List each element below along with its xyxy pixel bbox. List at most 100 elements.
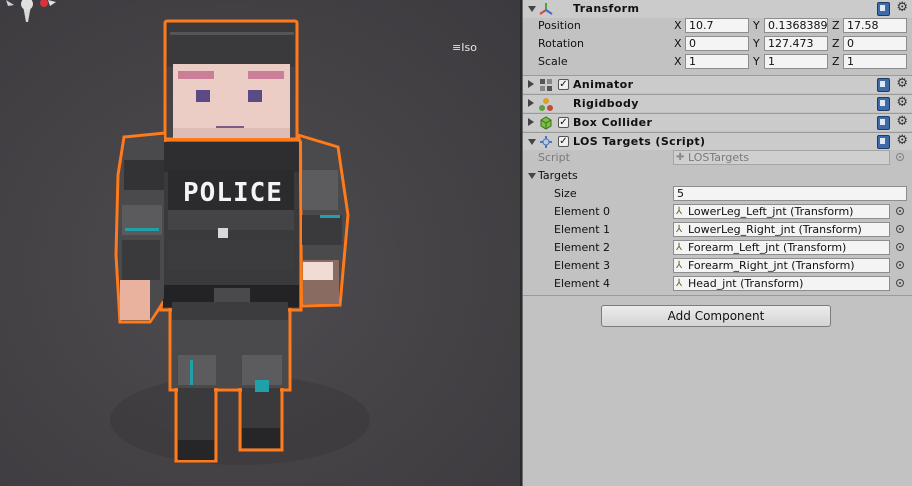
size-label: Size <box>554 187 577 200</box>
animator-enabled-checkbox[interactable]: ✓ <box>558 79 569 90</box>
element-label: Element 1 <box>554 223 611 236</box>
los-targets-enabled-checkbox[interactable]: ✓ <box>558 136 569 147</box>
animator-header[interactable]: ✓ Animator ⚙ <box>523 75 912 93</box>
animator-foldout-arrow[interactable] <box>528 80 534 88</box>
element-row: Element 3 ⅄ Forearm_Right_jnt (Transform) <box>523 257 912 275</box>
view-mode-toggle[interactable]: ≡Iso <box>452 41 477 54</box>
position-y-label[interactable]: Y <box>753 19 760 32</box>
rigidbody-gear-icon[interactable]: ⚙ <box>896 96 908 110</box>
box-collider-gear-icon[interactable]: ⚙ <box>896 115 908 129</box>
los-targets-foldout-arrow[interactable] <box>528 139 536 145</box>
targets-foldout-arrow[interactable] <box>528 173 536 179</box>
element-label: Element 3 <box>554 259 611 272</box>
script-field: ✚ LOSTargets <box>673 150 890 165</box>
los-targets-gear-icon[interactable]: ⚙ <box>896 134 908 148</box>
los-targets-title: LOS Targets (Script) <box>573 135 706 148</box>
element-object-field[interactable]: ⅄ Head_jnt (Transform) <box>673 276 890 291</box>
rigidbody-title: Rigidbody <box>573 97 639 110</box>
script-component-icon <box>540 136 552 148</box>
scale-y-field[interactable]: 1 <box>764 54 828 69</box>
rigidbody-help-icon[interactable] <box>877 97 890 111</box>
element-value: Forearm_Right_jnt (Transform) <box>688 259 855 272</box>
scale-z-field[interactable]: 1 <box>843 54 907 69</box>
los-targets-header[interactable]: ✓ LOS Targets (Script) ⚙ <box>523 132 912 150</box>
animator-icon <box>540 79 552 91</box>
los-targets-help-icon[interactable] <box>877 135 890 149</box>
transform-foldout-arrow[interactable] <box>528 6 536 12</box>
animator-title: Animator <box>573 78 634 91</box>
transform-title: Transform <box>573 2 640 15</box>
transform-field-icon: ⅄ <box>676 260 683 271</box>
size-row: Size 5 <box>523 185 912 203</box>
transform-field-icon: ⅄ <box>676 206 683 217</box>
box-collider-header[interactable]: ✓ Box Collider ⚙ <box>523 113 912 131</box>
targets-foldout-row[interactable]: Targets <box>523 167 912 185</box>
transform-gear-icon[interactable]: ⚙ <box>896 1 908 15</box>
rigidbody-header[interactable]: Rigidbody ⚙ <box>523 94 912 112</box>
element-row: Element 4 ⅄ Head_jnt (Transform) <box>523 275 912 293</box>
transform-field-icon: ⅄ <box>676 224 683 235</box>
element-object-field[interactable]: ⅄ Forearm_Right_jnt (Transform) <box>673 258 890 273</box>
transform-header[interactable]: Transform ⚙ <box>523 0 912 18</box>
iso-menu-icon: ≡ <box>452 41 462 54</box>
element-label: Element 2 <box>554 241 611 254</box>
add-component-button[interactable]: Add Component <box>601 305 831 327</box>
rotation-x-label[interactable]: X <box>674 37 682 50</box>
box-collider-enabled-checkbox[interactable]: ✓ <box>558 117 569 128</box>
scene-canvas[interactable]: POLICE <box>0 0 520 486</box>
scale-x-label[interactable]: X <box>674 55 682 68</box>
section-divider <box>523 295 912 296</box>
view-mode-label: Iso <box>461 41 477 54</box>
element-object-field[interactable]: ⅄ LowerLeg_Left_jnt (Transform) <box>673 204 890 219</box>
element-row: Element 0 ⅄ LowerLeg_Left_jnt (Transform) <box>523 203 912 221</box>
element-value: Head_jnt (Transform) <box>688 277 804 290</box>
box-collider-help-icon[interactable] <box>877 116 890 130</box>
element-object-field[interactable]: ⅄ Forearm_Left_jnt (Transform) <box>673 240 890 255</box>
object-picker-icon[interactable] <box>896 243 904 251</box>
element-object-field[interactable]: ⅄ LowerLeg_Right_jnt (Transform) <box>673 222 890 237</box>
object-picker-icon[interactable] <box>896 261 904 269</box>
vest-police-text: POLICE <box>183 178 283 208</box>
scale-x-field[interactable]: 1 <box>685 54 749 69</box>
box-collider-title: Box Collider <box>573 116 653 129</box>
position-z-label[interactable]: Z <box>832 19 840 32</box>
scene-gizmo[interactable] <box>0 0 60 30</box>
position-x-label[interactable]: X <box>674 19 682 32</box>
scale-z-label[interactable]: Z <box>832 55 840 68</box>
object-picker-icon[interactable] <box>896 279 904 287</box>
box-collider-foldout-arrow[interactable] <box>528 118 534 126</box>
transform-field-icon: ⅄ <box>676 242 683 253</box>
transform-field-icon: ⅄ <box>676 278 683 289</box>
rigidbody-foldout-arrow[interactable] <box>528 99 534 107</box>
animator-help-icon[interactable] <box>877 78 890 92</box>
size-field[interactable]: 5 <box>673 186 907 201</box>
rotation-y-label[interactable]: Y <box>753 37 760 50</box>
element-value: Forearm_Left_jnt (Transform) <box>688 241 847 254</box>
scale-label: Scale <box>538 55 568 68</box>
box-collider-icon <box>540 116 552 130</box>
scene-view[interactable]: POLICE ≡Iso <box>0 0 520 486</box>
rotation-label: Rotation <box>538 37 585 50</box>
position-label: Position <box>538 19 581 32</box>
script-file-icon: ✚ <box>676 152 685 163</box>
rotation-z-field[interactable]: 0 <box>843 36 907 51</box>
rotation-y-field[interactable]: 127.473 <box>764 36 828 51</box>
rotation-x-field[interactable]: 0 <box>685 36 749 51</box>
scale-row: Scale X 1 Y 1 Z 1 <box>523 53 912 71</box>
position-z-field[interactable]: 17.58 <box>843 18 907 33</box>
element-value: LowerLeg_Left_jnt (Transform) <box>688 205 854 218</box>
element-value: LowerLeg_Right_jnt (Transform) <box>688 223 862 236</box>
position-x-field[interactable]: 10.7 <box>685 18 749 33</box>
rotation-row: Rotation X 0 Y 127.473 Z 0 <box>523 35 912 53</box>
transform-help-icon[interactable] <box>877 2 890 16</box>
object-picker-icon[interactable] <box>896 207 904 215</box>
position-y-field[interactable]: 0.1368389 <box>764 18 828 33</box>
script-row: Script ✚ LOSTargets <box>523 149 912 167</box>
animator-gear-icon[interactable]: ⚙ <box>896 77 908 91</box>
script-label: Script <box>538 151 570 164</box>
scale-y-label[interactable]: Y <box>753 55 760 68</box>
rotation-z-label[interactable]: Z <box>832 37 840 50</box>
element-label: Element 4 <box>554 277 611 290</box>
object-picker-icon[interactable] <box>896 225 904 233</box>
element-row: Element 1 ⅄ LowerLeg_Right_jnt (Transform… <box>523 221 912 239</box>
